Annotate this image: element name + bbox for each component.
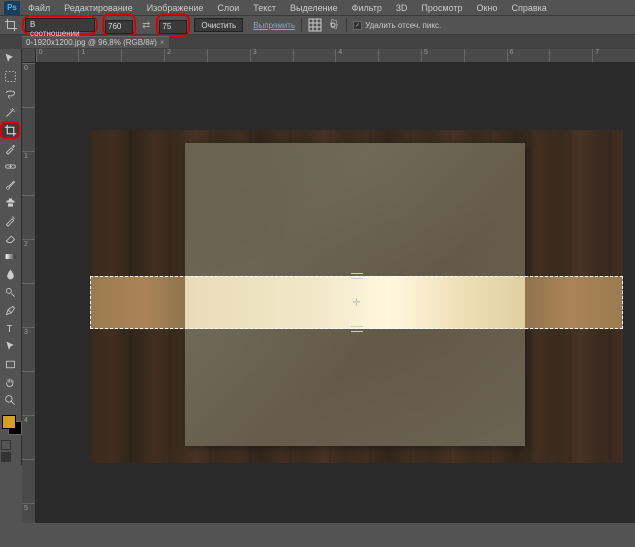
menu-view[interactable]: Просмотр — [415, 1, 468, 15]
menu-3d[interactable]: 3D — [390, 1, 414, 15]
canvas-area[interactable]: ✛ — [36, 63, 635, 523]
eraser-tool[interactable] — [0, 229, 20, 247]
move-tool[interactable] — [0, 49, 20, 67]
rectangle-tool[interactable] — [0, 355, 20, 373]
canvas[interactable]: ✛ — [90, 130, 623, 463]
blur-tool[interactable] — [0, 265, 20, 283]
options-bar: В соотношении ⇄ Очистить Выпрямить ✓ Уда… — [0, 15, 635, 35]
menu-select[interactable]: Выделение — [284, 1, 344, 15]
crop-handle-bottom[interactable] — [351, 326, 363, 332]
app-logo: Ps — [4, 1, 20, 15]
crop-mode-dropdown[interactable]: В соотношении — [25, 18, 95, 32]
menu-layer[interactable]: Слои — [211, 1, 245, 15]
settings-gear-icon[interactable] — [326, 18, 340, 32]
crop-height-input[interactable] — [159, 20, 187, 34]
menu-file[interactable]: Файл — [22, 1, 56, 15]
horizontal-ruler: 0 1 2 3 4 5 6 7 — [22, 49, 635, 63]
healing-brush-tool[interactable] — [0, 157, 20, 175]
clone-stamp-tool[interactable] — [0, 193, 20, 211]
menu-help[interactable]: Справка — [505, 1, 552, 15]
quick-mask-toggle[interactable] — [0, 437, 21, 465]
separator — [346, 18, 347, 32]
mode-dropdown-highlight: В соотношении — [22, 15, 98, 35]
crop-selection[interactable]: ✛ — [90, 276, 623, 329]
height-highlight — [156, 13, 190, 37]
width-highlight — [102, 13, 136, 37]
gradient-tool[interactable] — [0, 247, 20, 265]
menu-bar: Ps Файл Редактирование Изображение Слои … — [0, 0, 635, 15]
menu-type[interactable]: Текст — [247, 1, 282, 15]
clear-button[interactable]: Очистить — [194, 18, 243, 32]
swap-dimensions-icon[interactable]: ⇄ — [140, 20, 152, 31]
dodge-tool[interactable] — [0, 283, 20, 301]
foreground-color[interactable] — [2, 415, 16, 429]
crop-center-icon: ✛ — [352, 297, 360, 308]
crop-dim-top — [90, 130, 623, 276]
history-brush-tool[interactable] — [0, 211, 20, 229]
vertical-ruler: 0 1 2 3 4 5 — [22, 63, 36, 523]
lasso-tool[interactable] — [0, 85, 20, 103]
path-selection-tool[interactable] — [0, 337, 20, 355]
delete-pixels-option[interactable]: ✓ Удалить отсеч. пикс. — [353, 21, 441, 30]
crop-icon — [4, 18, 18, 32]
hand-tool[interactable] — [0, 373, 20, 391]
crop-handle-top[interactable] — [351, 273, 363, 279]
tab-title: 0-1920x1200.jpg @ 96,8% (RGB/8#) — [26, 38, 157, 47]
delete-pixels-label: Удалить отсеч. пикс. — [365, 21, 441, 30]
crop-dim-bottom — [90, 329, 623, 463]
magic-wand-tool[interactable] — [0, 103, 20, 121]
zoom-tool[interactable] — [0, 391, 20, 409]
eyedropper-tool[interactable] — [0, 139, 20, 157]
menu-window[interactable]: Окно — [471, 1, 504, 15]
brush-tool[interactable] — [0, 175, 20, 193]
tab-bar: 0-1920x1200.jpg @ 96,8% (RGB/8#) × — [0, 35, 635, 49]
color-swatches[interactable] — [0, 413, 21, 437]
toolbox: T — [0, 49, 22, 465]
overlay-grid-icon[interactable] — [308, 18, 322, 32]
tab-close-icon[interactable]: × — [160, 38, 165, 47]
crop-tool[interactable] — [0, 121, 20, 139]
menu-filter[interactable]: Фильтр — [346, 1, 388, 15]
svg-text:T: T — [6, 323, 12, 334]
straighten-link[interactable]: Выпрямить — [253, 21, 295, 30]
pen-tool[interactable] — [0, 301, 20, 319]
marquee-tool[interactable] — [0, 67, 20, 85]
separator — [301, 18, 302, 32]
delete-pixels-checkbox[interactable]: ✓ — [353, 21, 362, 30]
crop-width-input[interactable] — [105, 20, 133, 34]
type-tool[interactable]: T — [0, 319, 20, 337]
